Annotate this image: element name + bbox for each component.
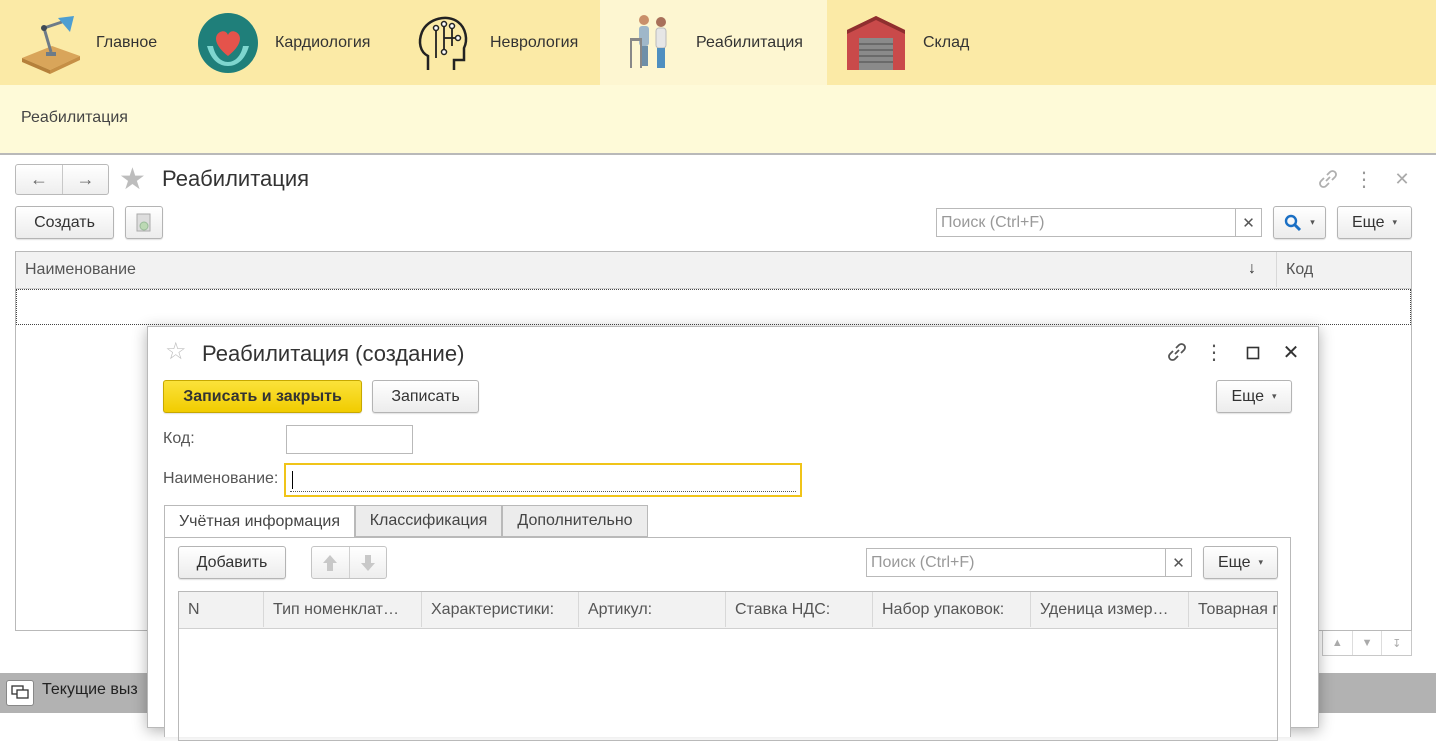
nav-label: Кардиология — [275, 33, 371, 51]
column-header-package-set[interactable]: Набор упаковок: — [873, 592, 1031, 627]
link-icon[interactable] — [1316, 168, 1340, 190]
close-icon[interactable]: ✕ — [1392, 168, 1412, 190]
add-button[interactable]: Добавить — [178, 546, 286, 579]
name-label: Наименование: — [163, 470, 279, 487]
nav-item-main[interactable]: Главное — [18, 0, 188, 85]
column-header-unit[interactable]: Уденица измер… — [1031, 592, 1189, 627]
search-clear-icon[interactable]: ✕ — [1235, 208, 1262, 237]
forward-arrow-icon[interactable]: → — [63, 165, 108, 194]
nav-label: Главное — [96, 33, 158, 51]
maximize-icon[interactable] — [1242, 343, 1264, 363]
copy-doc-icon — [136, 213, 151, 231]
search-button[interactable]: ▾ — [1273, 206, 1326, 239]
nav-label: Склад — [923, 33, 970, 51]
nav-label: Реабилитация — [696, 33, 803, 51]
column-header-name[interactable]: Наименование — [16, 252, 1277, 287]
close-icon[interactable]: ✕ — [1279, 341, 1303, 364]
table-more-label: Еще — [1217, 553, 1251, 571]
column-header-code[interactable]: Код — [1277, 252, 1411, 287]
scroll-end-icon[interactable]: ↧ — [1382, 631, 1411, 655]
nav-item-neurology[interactable]: Неврология — [414, 0, 599, 85]
sort-indicator: ↓ — [1248, 260, 1256, 277]
list-search-input[interactable]: Поиск (Ctrl+F) — [936, 208, 1236, 237]
move-buttons — [311, 546, 387, 579]
heart-hands-icon — [197, 12, 259, 74]
copy-button[interactable] — [125, 206, 163, 239]
column-label: Наименование — [25, 260, 136, 278]
list-more-label: Еще — [1351, 213, 1385, 231]
save-and-close-button[interactable]: Записать и закрыть — [163, 380, 362, 413]
search-icon — [1285, 214, 1302, 231]
text-cursor — [292, 471, 293, 489]
windows-icon[interactable] — [6, 680, 34, 706]
tab-classification[interactable]: Классификация — [355, 505, 502, 537]
back-arrow-icon[interactable]: ← — [16, 165, 63, 194]
table-more-button[interactable]: Еще ▾ — [1203, 546, 1278, 579]
code-label: Код: — [163, 430, 195, 447]
nav-item-rehabilitation[interactable]: Реабилитация — [600, 0, 827, 85]
table-search-input[interactable]: Поиск (Ctrl+F) — [866, 548, 1166, 577]
column-header-product-group[interactable]: Товарная г — [1189, 592, 1277, 627]
scroll-down-icon[interactable]: ▼ — [1353, 631, 1383, 655]
favorite-star-icon[interactable]: ★ — [119, 164, 151, 196]
goods-table-header: N Тип номенклат… Характеристики: Артикул… — [179, 592, 1277, 629]
dialog-more-label: Еще — [1231, 387, 1265, 405]
tab-additional[interactable]: Дополнительно — [502, 505, 648, 537]
section-title: Реабилитация — [21, 109, 128, 126]
scroll-up-icon[interactable]: ▲ — [1323, 631, 1353, 655]
goods-table: N Тип номенклат… Характеристики: Артикул… — [178, 591, 1278, 741]
brain-circuit-icon — [414, 12, 474, 74]
section-title-bar: Реабилитация — [0, 85, 1436, 155]
search-clear-icon[interactable]: ✕ — [1165, 548, 1192, 577]
nav-item-cardiology[interactable]: Кардиология — [197, 0, 397, 85]
list-more-button[interactable]: Еще ▾ — [1337, 206, 1412, 239]
create-button[interactable]: Создать — [15, 206, 114, 239]
dialog-title: Реабилитация (создание) — [202, 341, 465, 366]
column-header-characteristics[interactable]: Характеристики: — [422, 592, 579, 627]
column-label: Код — [1286, 260, 1314, 278]
chevron-down-icon: ▾ — [1392, 217, 1398, 227]
desk-lamp-icon — [18, 12, 80, 74]
create-dialog: ☆ Реабилитация (создание) ⋮ ✕ Записать и… — [147, 326, 1319, 741]
column-header-article[interactable]: Артикул: — [579, 592, 726, 627]
chevron-down-icon: ▾ — [1272, 391, 1277, 401]
favorite-star-icon[interactable]: ☆ — [165, 339, 187, 365]
nav-label: Неврология — [490, 33, 579, 51]
column-header-n[interactable]: N — [179, 592, 264, 627]
chevron-down-icon: ▾ — [1258, 557, 1264, 567]
move-down-icon[interactable] — [350, 547, 387, 578]
tab-panel: Добавить Поиск (Ctrl+F) ✕ Еще ▾ N Тип но… — [164, 537, 1291, 741]
history-nav: ← → — [15, 164, 109, 195]
current-calls-label[interactable]: Текущие выз — [42, 681, 138, 699]
walker-patient-icon — [628, 12, 678, 74]
list-scroll-controls: ▲ ▼ ↧ — [1322, 631, 1412, 656]
more-vertical-icon[interactable]: ⋮ — [1204, 341, 1224, 364]
page-title: Реабилитация — [162, 166, 310, 191]
more-vertical-icon[interactable]: ⋮ — [1354, 168, 1374, 191]
move-up-icon[interactable] — [312, 547, 350, 578]
chevron-down-icon: ▾ — [1310, 217, 1315, 227]
save-button[interactable]: Записать — [372, 380, 479, 413]
dialog-more-button[interactable]: Еще ▾ — [1216, 380, 1292, 413]
section-nav: Главное Кардиология Неврология Реабилита… — [0, 0, 1436, 85]
table-row[interactable] — [16, 289, 1411, 325]
column-header-vat-rate[interactable]: Ставка НДС: — [726, 592, 873, 627]
tab-accounting-info[interactable]: Учётная информация — [164, 505, 355, 538]
name-field[interactable] — [284, 463, 802, 497]
warehouse-icon — [845, 12, 907, 74]
name-field-inner — [290, 469, 796, 492]
link-icon[interactable] — [1165, 341, 1189, 363]
list-table-header: Наименование ↓ Код — [16, 252, 1411, 289]
column-header-item-type[interactable]: Тип номенклат… — [264, 592, 422, 627]
code-field[interactable] — [286, 425, 413, 454]
nav-item-warehouse[interactable]: Склад — [845, 0, 995, 85]
